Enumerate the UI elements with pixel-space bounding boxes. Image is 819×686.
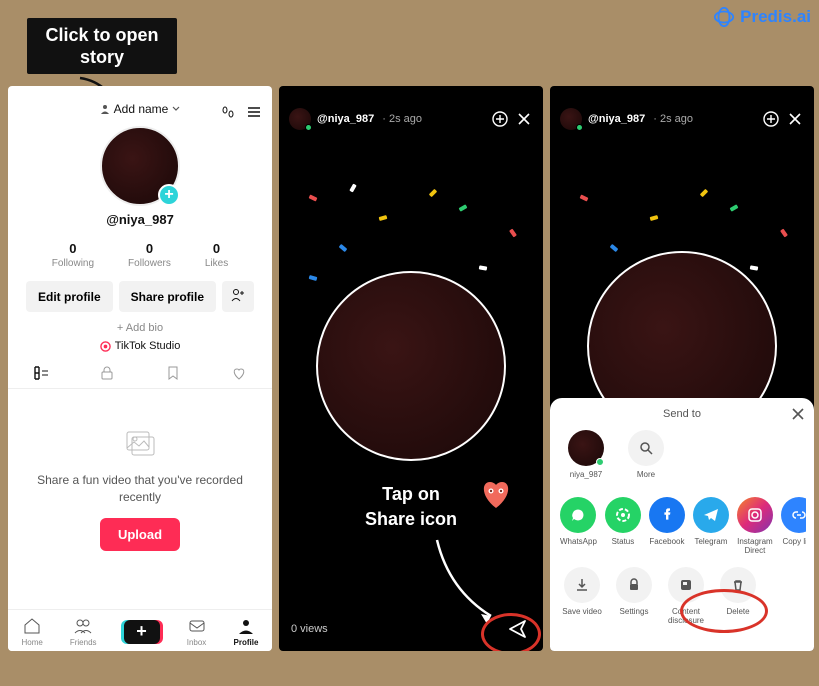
tab-saved-icon[interactable] (164, 364, 182, 382)
contact-avatar-icon (568, 430, 604, 466)
stat-likes[interactable]: 0Likes (205, 241, 228, 269)
phone-story-delete: @niya_987 · 2s ago Send to niya_987 (550, 86, 814, 651)
annotation-circle-delete (680, 589, 768, 633)
nav-inbox[interactable]: Inbox (187, 616, 207, 647)
phone-profile: Add name + @niya_987 0Following 0Followe… (8, 86, 272, 651)
facebook-icon (658, 506, 676, 524)
download-icon (574, 577, 590, 593)
whatsapp-icon (569, 506, 587, 524)
story-timestamp: · 2s ago (653, 113, 693, 125)
action-save-video[interactable]: Save video (560, 567, 604, 625)
profile-icon (236, 616, 256, 636)
brand-logo: Predis.ai (713, 6, 811, 28)
share-telegram[interactable]: Telegram (693, 497, 729, 555)
phone-story-share: @niya_987 · 2s ago Tap on Share icon 0 v… (279, 86, 543, 651)
nav-home[interactable]: Home (22, 616, 43, 647)
chevron-down-icon (172, 105, 180, 113)
share-facebook[interactable]: Facebook (649, 497, 685, 555)
tab-private-icon[interactable] (98, 364, 116, 382)
username: @niya_987 (8, 212, 272, 227)
share-contact[interactable]: niya_987 (562, 430, 610, 479)
person-icon (100, 104, 110, 114)
sheet-title: Send to (558, 408, 806, 420)
search-icon (638, 440, 654, 456)
close-story-icon[interactable] (515, 110, 533, 128)
add-story-icon[interactable] (491, 110, 509, 128)
nav-profile[interactable]: Profile (234, 616, 259, 647)
story-views: 0 views (291, 623, 328, 635)
disclosure-icon (678, 577, 694, 593)
inbox-icon (187, 616, 207, 636)
add-bio-button[interactable]: + Add bio (8, 322, 272, 334)
status-icon (614, 506, 632, 524)
link-icon (790, 506, 806, 524)
instagram-icon (746, 506, 764, 524)
annotation-circle-share (481, 613, 541, 651)
tab-liked-icon[interactable] (230, 364, 248, 382)
share-instagram[interactable]: Instagram Direct (737, 497, 773, 555)
story-username: @niya_987 (317, 113, 374, 125)
empty-image-icon (123, 425, 157, 459)
share-profile-button[interactable]: Share profile (119, 281, 216, 312)
story-avatar[interactable] (289, 108, 311, 130)
studio-icon (100, 341, 111, 352)
nav-create-button[interactable]: + (124, 620, 160, 644)
upload-button[interactable]: Upload (100, 518, 180, 551)
nav-friends[interactable]: Friends (70, 616, 97, 647)
stat-followers[interactable]: 0Followers (128, 241, 171, 269)
stat-following[interactable]: 0Following (52, 241, 94, 269)
tab-feed-icon[interactable] (32, 364, 50, 382)
lock-icon (626, 577, 642, 593)
add-story-icon[interactable] (762, 110, 780, 128)
story-content (316, 271, 506, 461)
share-copylink[interactable]: Copy link (781, 497, 806, 555)
add-person-icon (231, 288, 245, 302)
action-settings[interactable]: Settings (612, 567, 656, 625)
callout-open-story: Click to open story (27, 18, 177, 74)
sheet-close-icon[interactable] (790, 406, 806, 422)
profile-stats: 0Following 0Followers 0Likes (8, 241, 272, 269)
telegram-icon (702, 506, 720, 524)
tiktok-studio-link[interactable]: TikTok Studio (8, 340, 272, 352)
story-timestamp: · 2s ago (382, 113, 422, 125)
online-dot-icon (576, 124, 583, 131)
edit-profile-button[interactable]: Edit profile (26, 281, 113, 312)
add-name-button[interactable]: Add name (100, 102, 181, 116)
friends-icon (73, 616, 93, 636)
add-friends-button[interactable] (222, 281, 254, 312)
callout-tap-share: Tap on Share icon (279, 482, 543, 532)
online-dot-icon (305, 124, 312, 131)
share-more[interactable]: More (622, 430, 670, 479)
share-whatsapp[interactable]: WhatsApp (560, 497, 597, 555)
home-icon (22, 616, 42, 636)
story-username: @niya_987 (588, 113, 645, 125)
add-avatar-icon[interactable]: + (158, 184, 180, 206)
empty-message: Share a fun video that you've recorded r… (22, 472, 258, 506)
footsteps-icon[interactable] (220, 104, 236, 120)
profile-avatar[interactable]: + (100, 126, 180, 206)
menu-icon[interactable] (246, 104, 262, 120)
share-sheet: Send to niya_987 More WhatsApp Status Fa… (550, 398, 814, 651)
share-status[interactable]: Status (605, 497, 641, 555)
story-avatar[interactable] (560, 108, 582, 130)
close-story-icon[interactable] (786, 110, 804, 128)
